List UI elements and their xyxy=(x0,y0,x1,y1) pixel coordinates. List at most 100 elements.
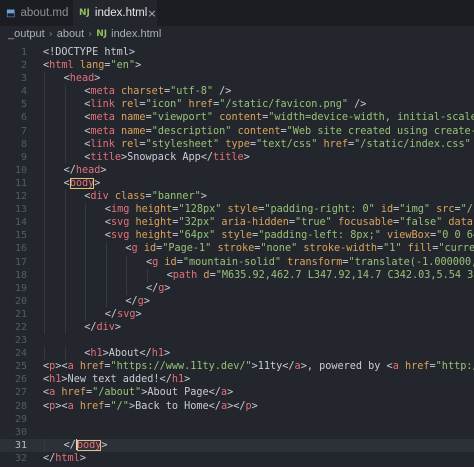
indent-guide xyxy=(44,255,45,269)
code-token: >< xyxy=(55,400,68,412)
code-line[interactable]: 26 <h1>New text added!</h1> xyxy=(0,373,474,386)
code-token: link xyxy=(90,99,115,111)
code-token: > xyxy=(94,73,101,85)
code-token: title xyxy=(90,151,121,163)
code-text: <a href="/about">About Page</a> xyxy=(43,386,233,399)
line-number: 32 xyxy=(14,452,27,464)
code-token: "currentColor" xyxy=(438,243,474,255)
indent-guide xyxy=(64,150,66,164)
line-number: 30 xyxy=(14,426,27,438)
indent-guide xyxy=(85,203,87,217)
code-line[interactable]: 4 <meta charset="utf-8" /> xyxy=(0,85,474,99)
code-line[interactable]: 19 </g> xyxy=(0,281,474,295)
breadcrumb-file[interactable]: index.html xyxy=(111,28,161,40)
code-line[interactable]: 22 </div> xyxy=(0,320,474,335)
code-line[interactable]: 30 xyxy=(0,426,474,439)
code-line[interactable]: 20 </g> xyxy=(0,294,474,308)
line-number: 14 xyxy=(14,217,27,229)
line-number: 23 xyxy=(14,335,27,347)
code-token: "/static/favicon.png" xyxy=(219,99,349,111)
breadcrumb: _output › about › NJ index.html xyxy=(0,26,474,42)
code-token: head xyxy=(69,73,95,85)
code-token: h1 xyxy=(171,374,185,386)
code-token: "/static/index.css" xyxy=(354,138,471,150)
code-text: </g> xyxy=(125,295,150,308)
code-line[interactable]: 9 <title>Snowpack App</title> xyxy=(0,150,474,164)
breadcrumb-segment-output[interactable]: _output xyxy=(8,28,45,40)
code-line[interactable]: 27 <a href="/about">About Page</a> xyxy=(0,386,474,399)
code-token: link xyxy=(90,138,115,150)
code-token: href xyxy=(79,400,105,412)
indent-guide xyxy=(64,203,66,217)
line-number: 19 xyxy=(14,282,27,294)
code-line[interactable]: 29 xyxy=(0,413,474,426)
code-token: "utf-8" xyxy=(170,86,214,98)
code-token: </ xyxy=(43,452,56,464)
code-line[interactable]: 14 <svg height="32px" aria-hidden="true" … xyxy=(0,216,474,230)
code-line[interactable]: 11 <body> xyxy=(0,176,474,191)
line-number: 24 xyxy=(14,348,27,360)
code-line[interactable]: 17 <g id="mountain-solid" transform="tran… xyxy=(0,255,474,269)
code-text: </head> xyxy=(64,164,107,177)
indent-guide xyxy=(105,255,107,269)
code-text: <html lang="en"> xyxy=(43,59,141,72)
line-number: 27 xyxy=(14,387,27,399)
code-token: href xyxy=(404,361,430,373)
code-line[interactable]: 31 </body> xyxy=(0,438,474,452)
code-token: >, powered by < xyxy=(300,361,393,373)
code-token: lang xyxy=(79,60,105,72)
indent-guide xyxy=(44,72,45,86)
indent-guide xyxy=(64,85,66,99)
code-line[interactable]: 23 xyxy=(0,334,474,347)
code-token: <!DOCTYPE html> xyxy=(43,47,136,58)
code-line[interactable]: 12 <div class="banner"> xyxy=(0,190,474,204)
line-number: 7 xyxy=(20,125,27,137)
code-token: name xyxy=(121,112,146,124)
code-text: <g id="Page-1" stroke="none" stroke-widt… xyxy=(125,242,474,255)
code-token: html xyxy=(49,60,74,72)
code-line[interactable]: 2 <html lang="en"> xyxy=(0,59,474,72)
indent-guide xyxy=(64,347,66,361)
tab-index-html[interactable]: NJ index.html × xyxy=(73,0,157,26)
code-token: "/" xyxy=(110,400,129,412)
code-line[interactable]: 8 <link rel="stylesheet" type="text/css" … xyxy=(0,137,474,151)
code-token: </ xyxy=(63,164,76,176)
code-line[interactable]: 25 <p><a href="https://www.11ty.dev/">11t… xyxy=(0,360,474,373)
code-token: h1 xyxy=(151,348,164,360)
code-line[interactable]: 5 <link rel="icon" href="/static/favicon.… xyxy=(0,98,474,112)
code-line[interactable]: 15 <svg height="64px" style="padding-left… xyxy=(0,229,474,243)
breadcrumb-segment-about[interactable]: about xyxy=(57,28,85,40)
indent-guide xyxy=(126,281,128,295)
code-line[interactable]: 7 <meta name="description" content="Web s… xyxy=(0,124,474,138)
code-line[interactable]: 16 <g id="Page-1" stroke="none" stroke-wi… xyxy=(0,242,474,256)
code-token: > xyxy=(251,400,258,412)
code-token: id xyxy=(380,204,394,216)
indent-guide xyxy=(64,255,66,269)
code-line[interactable]: 32 </html> xyxy=(0,452,474,465)
code-token: "64px" xyxy=(178,230,216,242)
code-line[interactable]: 13 <img height="128px" style="padding-rig… xyxy=(0,203,474,217)
code-line[interactable]: 21 </svg> xyxy=(0,307,474,321)
tab-about-md[interactable]: ⬒ about.md xyxy=(0,0,73,26)
code-token: > xyxy=(101,439,108,451)
indent-guide xyxy=(105,242,107,256)
code-editor[interactable]: 1 <!DOCTYPE html> 2 <html lang="en"> 3 <head>… xyxy=(0,46,474,467)
code-line[interactable]: 6 <meta name="viewport" content="width=de… xyxy=(0,111,474,125)
code-line[interactable]: 1 <!DOCTYPE html> xyxy=(0,46,474,59)
code-line[interactable]: 3 <head> xyxy=(0,72,474,86)
line-number: 9 xyxy=(20,151,27,163)
code-token: > xyxy=(164,282,171,294)
code-text: </g> xyxy=(146,282,171,295)
code-line[interactable]: 18 <path d="M635.92,462.7 L347.92,14.7 C3… xyxy=(0,268,474,282)
code-token: aria-hidden xyxy=(221,217,289,229)
indent-guide xyxy=(44,281,45,295)
code-token: html xyxy=(55,452,80,464)
indent-guide xyxy=(64,242,66,256)
code-line[interactable]: 24 <h1>About</h1> xyxy=(0,347,474,361)
code-text: <link rel="icon" href="/static/favicon.p… xyxy=(84,98,366,111)
code-line[interactable]: 10 </head> xyxy=(0,163,474,177)
line-number: 2 xyxy=(20,60,27,72)
close-tab-icon[interactable]: × xyxy=(147,7,156,20)
code-line[interactable]: 28 <p><a href="/">Back to Home</a></p> xyxy=(0,400,474,413)
indent-guide xyxy=(64,281,66,295)
